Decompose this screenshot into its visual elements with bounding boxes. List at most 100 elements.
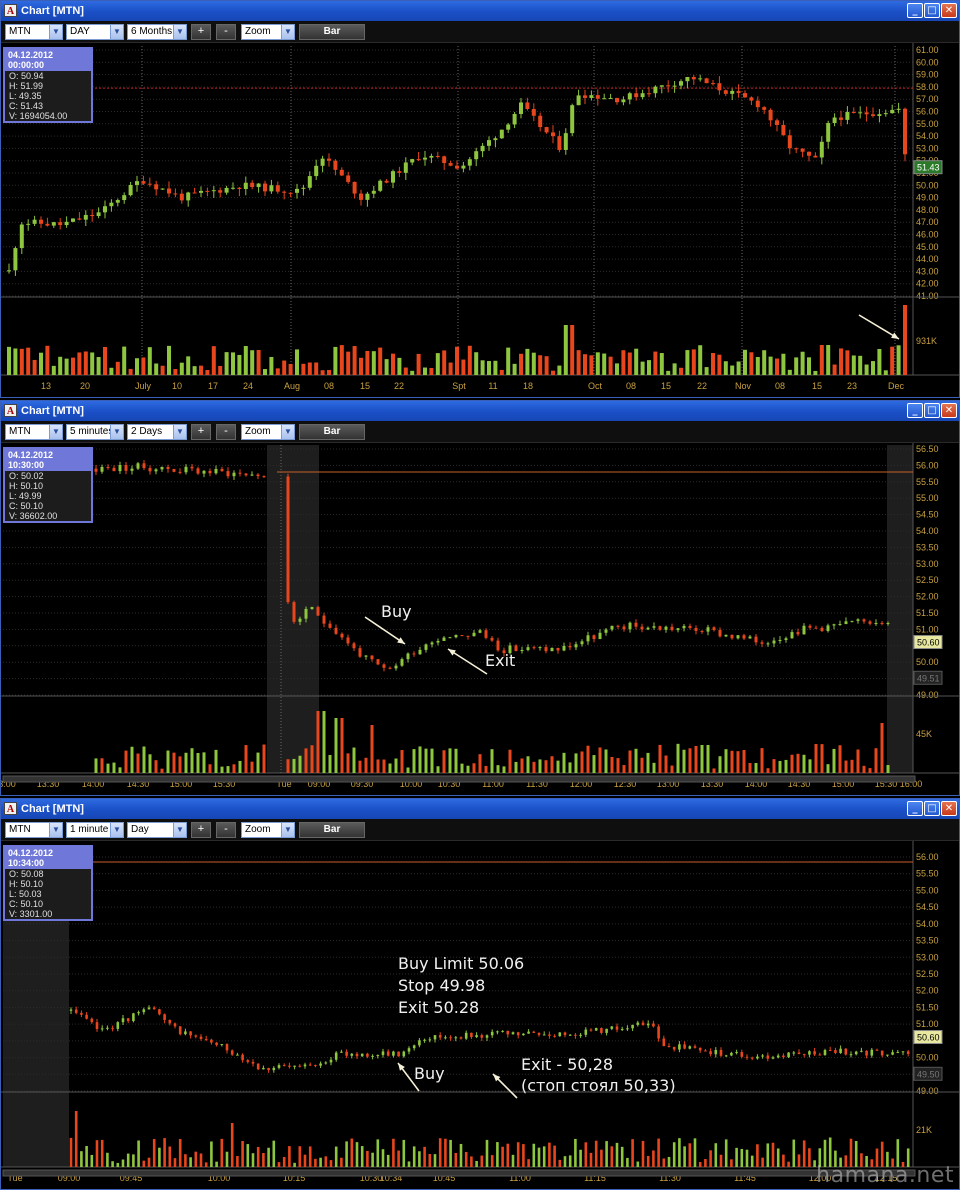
volume-bar (563, 1156, 567, 1167)
volume-bar (386, 1154, 390, 1167)
candle-body (316, 607, 320, 616)
candle-body (403, 162, 408, 173)
close-button[interactable]: ✕ (941, 3, 957, 18)
candle-body (449, 1037, 452, 1039)
volume-bar (438, 1138, 442, 1167)
volume-bar (455, 346, 459, 375)
volume-bar (406, 767, 410, 773)
zoom-in-button[interactable]: + (191, 822, 211, 838)
volume-bar (423, 367, 427, 375)
candle-body (730, 1052, 733, 1056)
candle-body (556, 647, 560, 651)
time-tick-label: 11 (488, 381, 497, 391)
volume-bar (723, 361, 728, 375)
volume-bar (13, 348, 18, 375)
maximize-button[interactable]: □ (924, 403, 940, 418)
price-chart[interactable]: 56.00 55.50 55.00 54.50 54.00 53.50 53.00 52.50… (1, 841, 959, 1189)
candle-body (838, 624, 842, 626)
candle-body (906, 1051, 910, 1054)
close-button[interactable]: ✕ (941, 801, 957, 816)
volume-bar (802, 1140, 806, 1167)
price-tick-label: 60.00 (916, 57, 939, 67)
candle-body (288, 1065, 291, 1067)
candle-body (672, 1046, 676, 1050)
candle-body (474, 151, 479, 160)
minimize-button[interactable]: _ (907, 403, 923, 418)
title-bar[interactable]: A Chart [MTN] _ □ ✕ (1, 799, 959, 819)
candle-body (634, 622, 638, 627)
candle-body (662, 1038, 666, 1047)
range-select[interactable]: 2 Days ▼ (127, 424, 187, 440)
volume-bar (819, 345, 824, 375)
time-tick-label: 22 (394, 381, 404, 391)
candle-body (467, 159, 472, 166)
minimize-button[interactable]: _ (907, 3, 923, 18)
candle-body (333, 160, 338, 170)
zoom-in-button[interactable]: + (191, 24, 211, 40)
interval-select[interactable]: 1 minute ▼ (66, 822, 124, 838)
zoom-select[interactable]: Zoom ▼ (241, 424, 295, 440)
volume-bar (525, 348, 530, 375)
candle-body (472, 632, 476, 637)
candle-body (71, 218, 75, 222)
candle-body (704, 1050, 707, 1052)
bar-type-button[interactable]: Bar (299, 24, 365, 40)
bar-type-button[interactable]: Bar (299, 822, 365, 838)
price-tick-label: 57.00 (916, 94, 939, 104)
volume-bar (864, 364, 869, 375)
candle-body (272, 1067, 276, 1071)
range-select[interactable]: Day ▼ (127, 822, 187, 838)
title-bar[interactable]: A Chart [MTN] _ □ ✕ (1, 401, 959, 421)
price-chart[interactable]: 61.00 60.00 59.00 58.00 57.00 56.00 55.00 54.00… (1, 43, 959, 397)
maximize-button[interactable]: □ (924, 3, 940, 18)
candle-body (621, 99, 626, 103)
close-button[interactable]: ✕ (941, 403, 957, 418)
candle-body (532, 647, 536, 649)
volume-bar (562, 752, 566, 773)
volume-bar (586, 745, 590, 773)
zoom-select[interactable]: Zoom ▼ (241, 822, 295, 838)
chevron-down-icon: ▼ (49, 425, 62, 439)
maximize-button[interactable]: □ (924, 801, 940, 816)
zoom-out-button[interactable]: - (216, 424, 236, 440)
candle-body (83, 214, 88, 220)
candle-body (676, 628, 680, 631)
volume-bar (295, 349, 299, 375)
candle-body (435, 155, 440, 157)
zoom-in-button[interactable]: + (191, 424, 211, 440)
interval-select[interactable]: DAY ▼ (66, 24, 124, 40)
bar-type-button[interactable]: Bar (299, 424, 365, 440)
zoom-out-button[interactable]: - (216, 24, 236, 40)
zoom-select[interactable]: Zoom ▼ (241, 24, 295, 40)
volume-bar (292, 758, 296, 773)
volume-bar (224, 352, 229, 375)
title-bar[interactable]: A Chart [MTN] _ □ ✕ (1, 1, 959, 21)
candle-body (598, 632, 602, 640)
volume-bar (748, 763, 752, 773)
volume-bar (400, 749, 404, 773)
minimize-button[interactable]: _ (907, 801, 923, 816)
symbol-select[interactable]: MTN ▼ (5, 424, 63, 440)
volume-bar (768, 356, 773, 375)
candle-body (891, 1052, 894, 1055)
candle-body (263, 183, 267, 192)
volume-bar (334, 1146, 338, 1167)
range-select[interactable]: 6 Months ▼ (127, 24, 187, 40)
symbol-select[interactable]: MTN ▼ (5, 822, 63, 838)
volume-bar (263, 369, 267, 375)
volume-bar (142, 1160, 146, 1167)
volume-bar (755, 357, 760, 375)
candle-body (634, 93, 639, 98)
candle-body (334, 627, 338, 634)
candle-body (870, 1049, 874, 1056)
volume-bar (430, 748, 434, 773)
price-chart[interactable]: 56.50 56.00 55.50 55.00 54.50 54.00 53.50 53.00… (1, 443, 959, 795)
volume-bar (121, 1159, 125, 1167)
zoom-out-button[interactable]: - (216, 822, 236, 838)
candle-body (858, 112, 863, 114)
volume-bar (436, 766, 440, 773)
symbol-select[interactable]: MTN ▼ (5, 24, 63, 40)
candle-body (605, 1028, 608, 1033)
volume-bar (402, 1139, 406, 1167)
interval-select[interactable]: 5 minutes ▼ (66, 424, 124, 440)
